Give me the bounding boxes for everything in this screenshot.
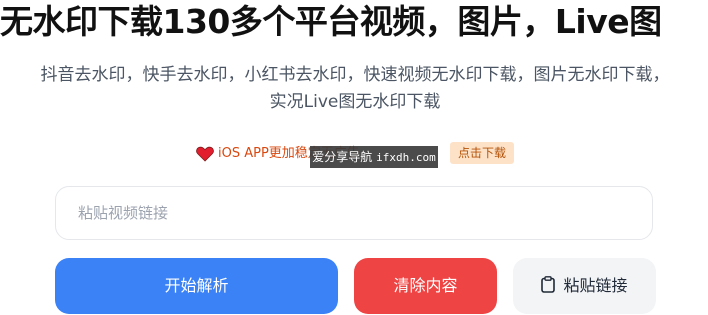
page: 无水印下载130多个平台视频，图片，Live图 抖音去水印，快手去水印，小红书去… <box>0 0 708 315</box>
clear-content-button[interactable]: 清除内容 <box>354 258 497 314</box>
page-title: 无水印下载130多个平台视频，图片，Live图 <box>0 2 662 41</box>
clipboard-icon <box>541 276 556 293</box>
page-subtitle: 抖音去水印，快手去水印，小红书去水印，快速视频无水印下载，图片无水印下载，实况L… <box>40 65 670 112</box>
watermark-en: ifxdh.com <box>376 151 436 164</box>
paste-link-label: 粘贴链接 <box>563 276 628 295</box>
start-parse-button[interactable]: 开始解析 <box>55 258 338 314</box>
ios-app-banner: iOS APP更加稳定无广告 爱分享导航 ifxdh.com 点击下载 <box>196 140 526 168</box>
paste-link-button[interactable]: 粘贴链接 <box>513 258 656 314</box>
video-link-input[interactable] <box>55 186 653 240</box>
heart-icon <box>196 146 214 162</box>
download-app-button[interactable]: 点击下载 <box>450 142 515 164</box>
site-watermark: 爱分享导航 ifxdh.com <box>310 146 438 168</box>
watermark-cn: 爱分享导航 <box>312 150 373 164</box>
